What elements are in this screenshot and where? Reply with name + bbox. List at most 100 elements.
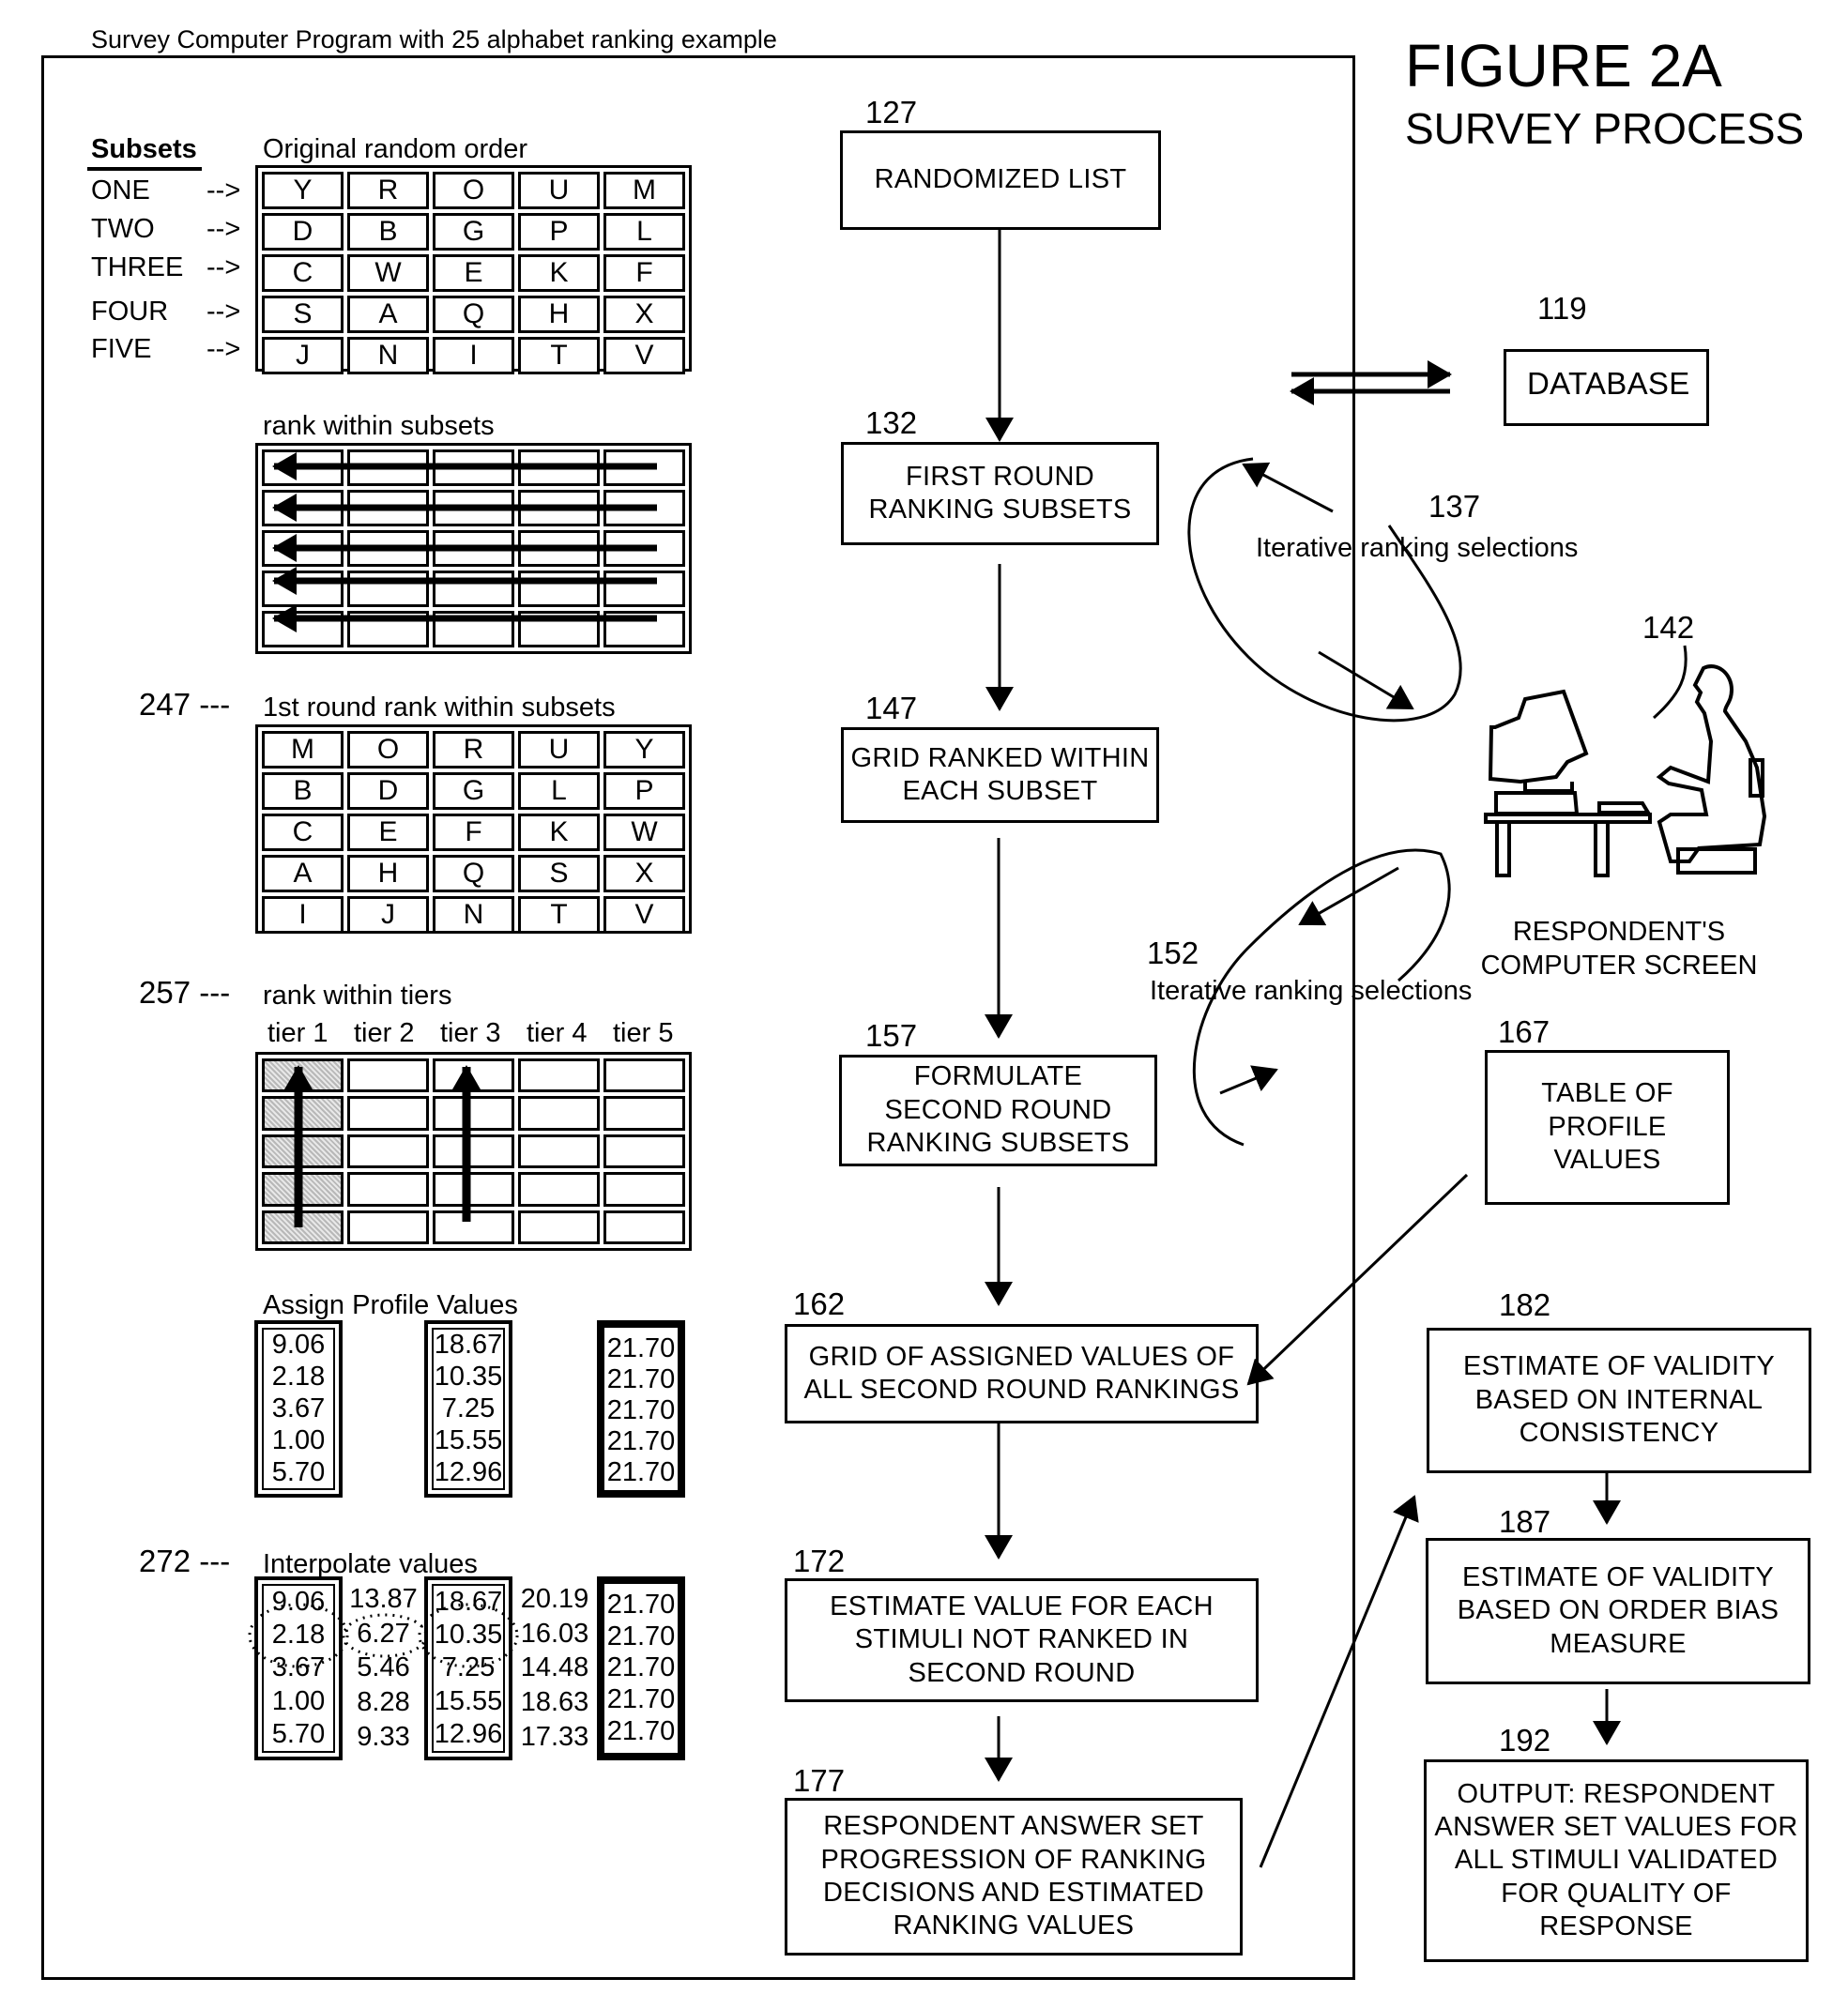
value-column: 13.87 6.27 5.46 8.28 9.33 — [343, 1576, 424, 1760]
figure-subtitle: SURVEY PROCESS — [1405, 104, 1805, 153]
grid-cell: Y — [262, 172, 344, 209]
grid-cell: C — [262, 254, 344, 292]
respondent-label-line: RESPONDENT'S — [1512, 917, 1726, 947]
flow-node-187: ESTIMATE OF VALIDITY BASED ON ORDER BIAS M… — [1426, 1538, 1810, 1684]
flow-node-line: SECOND ROUND — [908, 1657, 1136, 1688]
grid-cell — [433, 1096, 514, 1131]
value-cell: 21.70 — [606, 1621, 676, 1651]
flow-node-line: ESTIMATE OF VALIDITY — [1461, 1561, 1775, 1592]
tier-header: tier 2 — [354, 1018, 415, 1048]
grid-cell: E — [433, 254, 514, 292]
grid-cell: D — [262, 213, 344, 251]
grid-cell: R — [347, 172, 429, 209]
first-round-grid: MORUY BDGLP CEFKW AHQSX IJNTV — [255, 724, 692, 934]
value-cell: 1.00 — [271, 1424, 326, 1455]
ref-147: 147 — [865, 691, 918, 725]
grid-cell — [433, 1172, 514, 1207]
ref-132: 132 — [865, 405, 918, 440]
value-cell: 10.35 — [434, 1362, 503, 1393]
subset-arrow: --> — [206, 252, 241, 282]
value-cell: 18.67 — [434, 1330, 503, 1361]
shaded-tier-cell — [262, 1058, 344, 1093]
grid-cell: S — [518, 855, 600, 892]
flow-node-132: FIRST ROUND RANKING SUBSETS — [841, 442, 1159, 545]
value-cell: 9.33 — [357, 1722, 410, 1753]
grid-cell — [347, 1172, 429, 1207]
grid-cell — [433, 1058, 514, 1093]
value-cell: 5.70 — [271, 1718, 326, 1749]
flow-node-177: RESPONDENT ANSWER SET PROGRESSION OF RANK… — [785, 1798, 1243, 1956]
ref-142-leader — [1653, 645, 1688, 720]
tier-header: tier 1 — [267, 1018, 328, 1048]
grid-cell: D — [347, 772, 429, 810]
shaded-tier-cell — [262, 1210, 344, 1244]
flow-node-line: ESTIMATE OF VALIDITY — [1462, 1351, 1776, 1382]
person-at-computer-part — [1484, 813, 1652, 824]
grid-cell — [603, 1210, 685, 1244]
ref-177: 177 — [793, 1763, 846, 1798]
flow-node-line: GRID RANKED WITHIN — [850, 742, 1150, 773]
grid-cell: G — [433, 213, 514, 251]
original-order-caption: Original random order — [263, 134, 528, 164]
grid-cell: X — [603, 855, 685, 892]
flow-node-line: EACH SUBSET — [902, 776, 1098, 806]
grid-cell — [262, 490, 344, 526]
value-cell: 21.70 — [606, 1364, 676, 1394]
flow-node-157: FORMULATE SECOND ROUND RANKING SUBSETS — [839, 1055, 1157, 1166]
ref-162: 162 — [793, 1286, 846, 1321]
ref-187: 187 — [1499, 1504, 1551, 1539]
grid-cell — [518, 490, 600, 526]
value-cell: 21.70 — [606, 1395, 676, 1425]
value-cell: 14.48 — [520, 1652, 589, 1683]
grid-cell — [433, 530, 514, 567]
flow-node-line: TABLE OF — [1541, 1078, 1673, 1109]
flow-node-line: RESPONSE — [1539, 1911, 1693, 1942]
flow-node-line: RANKING VALUES — [893, 1910, 1135, 1941]
grid-cell: V — [603, 337, 685, 374]
value-cell: 5.70 — [271, 1456, 326, 1487]
flow-node-line: PROFILE — [1548, 1111, 1667, 1142]
loop-152-label: Iterative ranking selections — [1150, 976, 1473, 1006]
person-at-computer-part — [1523, 782, 1574, 793]
grid-cell: M — [603, 172, 685, 209]
grid-cell: N — [433, 896, 514, 934]
grid-cell — [603, 1172, 685, 1207]
subset-label: FOUR — [91, 297, 169, 327]
grid-cell — [347, 571, 429, 607]
flow-node-162: GRID OF ASSIGNED VALUES OF ALL SECOND ROU… — [785, 1324, 1259, 1423]
grid-cell — [518, 1134, 600, 1169]
flow-node-127: RANDOMIZED LIST — [840, 130, 1161, 230]
rank-within-tiers-caption: rank within tiers — [263, 981, 452, 1011]
value-cell: 21.70 — [606, 1333, 676, 1363]
shaded-tier-cell — [262, 1134, 344, 1169]
grid-cell — [603, 571, 685, 607]
grid-cell: M — [262, 731, 344, 769]
grid-cell — [518, 530, 600, 567]
value-cell: 20.19 — [520, 1583, 589, 1614]
grid-cell — [347, 611, 429, 647]
grid-cell: L — [518, 772, 600, 810]
subset-label: TWO — [91, 214, 155, 244]
value-cell: 21.70 — [606, 1715, 676, 1746]
flow-node-line: CONSISTENCY — [1519, 1418, 1719, 1449]
grid-cell: E — [347, 814, 429, 851]
first-round-caption: 1st round rank within subsets — [263, 692, 616, 723]
flow-node-172: ESTIMATE VALUE FOR EACH STIMULI NOT RANKE… — [785, 1578, 1259, 1702]
grid-cell: A — [262, 855, 344, 892]
grid-cell — [433, 490, 514, 526]
value-column: 18.67 10.35 7.25 15.55 12.96 — [424, 1320, 512, 1498]
flow-node-line: SECOND ROUND — [884, 1094, 1112, 1125]
assign-profile-caption: Assign Profile Values — [263, 1290, 518, 1320]
grid-cell: B — [262, 772, 344, 810]
ref-167: 167 — [1498, 1014, 1550, 1049]
grid-cell: U — [518, 731, 600, 769]
tier-header: tier 4 — [527, 1018, 588, 1048]
ref-272: 272 --- — [139, 1544, 231, 1578]
person-at-computer-part — [1494, 791, 1580, 815]
grid-cell — [347, 1134, 429, 1169]
value-cell: 15.55 — [434, 1424, 503, 1455]
value-cell: 18.67 — [434, 1587, 503, 1618]
ref-142: 142 — [1642, 610, 1695, 645]
figure-title: FIGURE 2A — [1405, 32, 1722, 99]
subset-label: ONE — [91, 175, 150, 205]
